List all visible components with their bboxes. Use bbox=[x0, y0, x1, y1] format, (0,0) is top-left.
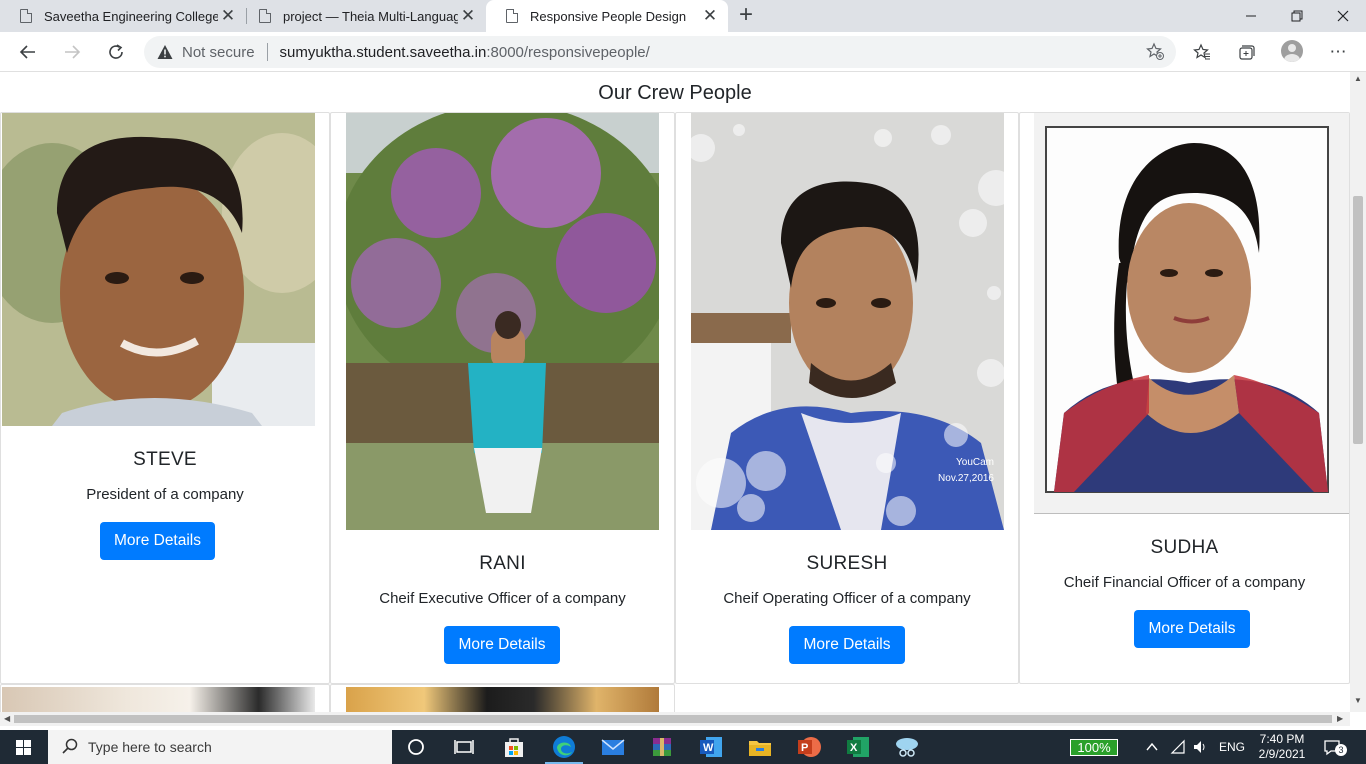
restore-icon[interactable] bbox=[1274, 0, 1320, 32]
person-role: Cheif Financial Officer of a company bbox=[1063, 574, 1306, 591]
svg-text:P: P bbox=[801, 742, 808, 754]
tab-strip: Saveetha Engineering College ✕ project —… bbox=[0, 0, 1366, 32]
excel-icon[interactable]: X bbox=[845, 734, 871, 760]
taskbar-search[interactable]: Type here to search bbox=[48, 730, 392, 764]
battery-indicator[interactable]: 100% bbox=[1070, 739, 1118, 756]
person-photo bbox=[346, 687, 659, 712]
page-title: Our Crew People bbox=[598, 82, 752, 104]
person-role: Cheif Operating Officer of a company bbox=[723, 590, 971, 607]
browser-toolbar: Not secure sumyuktha.student.saveetha.in… bbox=[0, 32, 1366, 72]
favorites-icon[interactable] bbox=[1186, 36, 1218, 68]
person-photo: YouCam Nov.27,2016 bbox=[691, 113, 1004, 530]
security-label[interactable]: Not secure bbox=[182, 44, 255, 61]
person-photo bbox=[1034, 113, 1349, 514]
tab-saveetha[interactable]: Saveetha Engineering College ✕ bbox=[0, 0, 246, 32]
person-role: Cheif Executive Officer of a company bbox=[379, 590, 626, 607]
tab-title: project — Theia Multi-Language bbox=[283, 8, 458, 24]
person-name: SUDHA bbox=[1150, 537, 1219, 558]
collections-icon[interactable] bbox=[1230, 36, 1262, 68]
person-name: STEVE bbox=[133, 449, 197, 470]
tab-title: Responsive People Design bbox=[530, 8, 687, 24]
photo-watermark: YouCam Nov.27,2016 bbox=[938, 455, 994, 487]
search-placeholder: Type here to search bbox=[88, 739, 212, 755]
watermark-date: Nov.27,2016 bbox=[938, 473, 994, 484]
volume-icon[interactable] bbox=[1192, 730, 1208, 764]
windows-icon[interactable] bbox=[0, 730, 48, 764]
tab-title: Saveetha Engineering College bbox=[44, 8, 218, 24]
page-viewport: Our Crew People STEVE President of a com… bbox=[0, 72, 1350, 712]
winrar-icon[interactable] bbox=[649, 734, 675, 760]
person-role: President of a company bbox=[86, 486, 244, 503]
forward-icon bbox=[56, 36, 88, 68]
close-window-icon[interactable] bbox=[1320, 0, 1366, 32]
page-icon bbox=[20, 9, 32, 23]
warning-icon[interactable] bbox=[157, 44, 173, 60]
explorer-icon[interactable] bbox=[747, 734, 773, 760]
person-name: RANI bbox=[479, 553, 526, 574]
chevron-up-icon[interactable] bbox=[1145, 730, 1159, 764]
clock-time: 7:40 PM bbox=[1259, 732, 1305, 746]
windows-taskbar: Type here to search W P X 100% ENG 7:40 … bbox=[0, 730, 1366, 764]
clock-date: 2/9/2021 bbox=[1258, 747, 1306, 761]
more-details-button[interactable]: More Details bbox=[444, 626, 560, 664]
tab-theia[interactable]: project — Theia Multi-Language ✕ bbox=[239, 0, 486, 32]
more-details-button[interactable]: More Details bbox=[1134, 610, 1250, 648]
person-card-suresh: YouCam Nov.27,2016 SURESH Cheif Operatin… bbox=[675, 112, 1019, 684]
wifi-icon[interactable] bbox=[1170, 730, 1186, 764]
close-icon[interactable]: ✕ bbox=[458, 6, 478, 26]
person-card-steve: STEVE President of a company More Detail… bbox=[0, 112, 330, 684]
url-path[interactable]: :8000/responsivepeople/ bbox=[486, 44, 649, 61]
add-favorite-icon[interactable] bbox=[1146, 42, 1164, 65]
page-icon bbox=[506, 9, 518, 23]
scrollbar-thumb[interactable] bbox=[14, 715, 1332, 723]
close-icon[interactable]: ✕ bbox=[218, 6, 238, 26]
word-icon[interactable]: W bbox=[698, 734, 724, 760]
more-icon[interactable]: ⋯ bbox=[1322, 36, 1354, 68]
powerpoint-icon[interactable]: P bbox=[796, 734, 822, 760]
scrollbar-thumb[interactable] bbox=[1353, 196, 1363, 444]
scroll-up-icon[interactable]: ▲ bbox=[1350, 74, 1366, 83]
close-icon[interactable]: ✕ bbox=[700, 6, 720, 26]
page-icon bbox=[259, 9, 271, 23]
scroll-left-icon[interactable]: ◀ bbox=[4, 712, 10, 726]
scroll-down-icon[interactable]: ▼ bbox=[1350, 696, 1366, 705]
person-name: SURESH bbox=[806, 553, 888, 574]
refresh-icon[interactable] bbox=[100, 36, 132, 68]
mail-icon[interactable] bbox=[600, 734, 626, 760]
snipping-tool-icon[interactable] bbox=[894, 734, 920, 760]
svg-text:X: X bbox=[850, 742, 858, 754]
omnibox-divider bbox=[266, 43, 268, 61]
tab-responsive-people[interactable]: Responsive People Design ✕ bbox=[486, 0, 728, 32]
cortana-icon[interactable] bbox=[403, 734, 429, 760]
more-details-button[interactable]: More Details bbox=[789, 626, 905, 664]
address-bar[interactable]: Not secure sumyuktha.student.saveetha.in… bbox=[144, 36, 1176, 68]
language-indicator[interactable]: ENG bbox=[1219, 730, 1245, 764]
person-card-rani: RANI Cheif Executive Officer of a compan… bbox=[330, 112, 675, 684]
person-photo bbox=[346, 113, 659, 530]
svg-text:W: W bbox=[703, 742, 714, 754]
store-icon[interactable] bbox=[501, 734, 527, 760]
profile-icon[interactable] bbox=[1281, 40, 1303, 62]
scroll-right-icon[interactable]: ▶ bbox=[1337, 712, 1343, 726]
task-view-icon[interactable] bbox=[451, 734, 477, 760]
person-card-sudha: SUDHA Cheif Financial Officer of a compa… bbox=[1019, 112, 1350, 684]
person-photo bbox=[2, 687, 315, 712]
watermark-brand: YouCam bbox=[956, 457, 994, 468]
more-details-button[interactable]: More Details bbox=[100, 522, 215, 560]
person-card-partial bbox=[330, 684, 675, 712]
search-icon bbox=[62, 738, 78, 757]
url-host[interactable]: sumyuktha.student.saveetha.in bbox=[280, 44, 487, 61]
edge-icon[interactable] bbox=[551, 734, 577, 760]
system-clock[interactable]: 7:40 PM 2/9/2021 bbox=[1250, 732, 1314, 762]
plus-icon[interactable]: + bbox=[732, 2, 760, 30]
minimize-icon[interactable] bbox=[1228, 0, 1274, 32]
horizontal-scrollbar[interactable]: ◀ ▶ bbox=[0, 712, 1350, 726]
notification-count: 3 bbox=[1335, 744, 1347, 756]
person-photo bbox=[2, 113, 315, 426]
back-icon[interactable] bbox=[12, 36, 44, 68]
person-card-partial bbox=[0, 684, 330, 712]
vertical-scrollbar[interactable]: ▲ ▼ bbox=[1350, 72, 1366, 712]
notification-icon[interactable]: 3 bbox=[1323, 730, 1347, 764]
